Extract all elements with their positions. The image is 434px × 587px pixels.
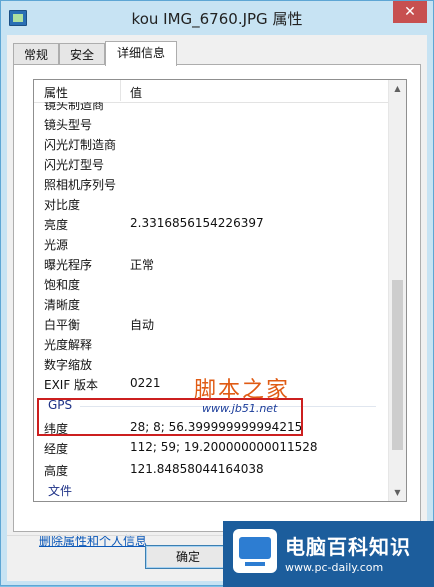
property-value: 121.84858044164038 (130, 462, 264, 476)
table-row[interactable]: 镜头制造商 (34, 102, 390, 113)
property-label: 高度 (44, 464, 69, 478)
group-header-file[interactable]: 文件 (34, 480, 390, 500)
table-row[interactable]: 高度 121.84858044164038 (34, 459, 390, 479)
tab-security[interactable]: 安全 (59, 43, 105, 65)
property-label: 清晰度 (44, 298, 81, 312)
property-label: 光源 (44, 238, 69, 252)
property-label: 白平衡 (44, 318, 81, 332)
property-value: 正常 (130, 258, 155, 272)
column-header-property[interactable]: 属性 (44, 84, 68, 101)
table-row[interactable]: 对比度 (34, 193, 390, 213)
watermark-url: www.jb51.net (202, 402, 278, 415)
close-button[interactable]: ✕ (393, 1, 427, 23)
table-row[interactable]: 光度解释 (34, 333, 390, 353)
watermark-text: 电脑百科知识 (285, 535, 411, 559)
grid-header: 属性 值 (34, 80, 390, 103)
details-panel: 属性 值 镜头制造商 镜头型号 闪光灯制造商 闪光灯型号 照相机序列号 对比度 … (13, 64, 421, 548)
property-value: 2.3316856154226397 (130, 216, 264, 230)
property-label: 曝光程序 (44, 258, 93, 272)
table-row[interactable]: 饱和度 (34, 273, 390, 293)
property-value: 112; 59; 19.200000000011528 (130, 440, 318, 454)
column-header-value[interactable]: 值 (130, 84, 142, 101)
property-label: 照相机序列号 (44, 178, 117, 192)
table-row[interactable]: 曝光程序 正常 (34, 253, 390, 273)
watermark-url: www.pc-daily.com (285, 561, 384, 574)
property-value: 自动 (130, 318, 155, 332)
ok-button[interactable]: 确定 (145, 545, 231, 569)
property-label: 镜头制造商 (44, 102, 105, 112)
table-row[interactable]: 闪光灯制造商 (34, 133, 390, 153)
vertical-scrollbar[interactable]: ▲ ▼ (388, 80, 406, 501)
property-grid: 属性 值 镜头制造商 镜头型号 闪光灯制造商 闪光灯型号 照相机序列号 对比度 … (33, 79, 407, 502)
table-row[interactable]: 镜头型号 (34, 113, 390, 133)
scrollbar-thumb[interactable] (392, 280, 403, 450)
property-label: 闪光灯型号 (44, 158, 105, 172)
scroll-down-arrow-icon[interactable]: ▼ (389, 484, 406, 501)
property-label: 镜头型号 (44, 118, 93, 132)
table-row[interactable]: 亮度 2.3316856154226397 (34, 213, 390, 233)
scroll-up-arrow-icon[interactable]: ▲ (389, 80, 406, 97)
pc-daily-watermark: 电脑百科知识 www.pc-daily.com (223, 521, 434, 587)
table-row[interactable]: 闪光灯型号 (34, 153, 390, 173)
window-title: kou IMG_6760.JPG 属性 (131, 10, 303, 28)
property-label: 数字缩放 (44, 358, 93, 372)
property-rows: 镜头制造商 镜头型号 闪光灯制造商 闪光灯型号 照相机序列号 对比度 亮度 2.… (34, 102, 390, 501)
group-label: 文件 (48, 484, 73, 498)
property-label: 光度解释 (44, 338, 93, 352)
property-label: 亮度 (44, 218, 69, 232)
table-row[interactable]: 白平衡 自动 (34, 313, 390, 333)
properties-window: kou IMG_6760.JPG 属性 ✕ 常规 安全 详细信息 属性 值 镜头… (0, 0, 434, 587)
dialog-client-area: 常规 安全 详细信息 属性 值 镜头制造商 镜头型号 闪光灯制造商 闪光灯型号 … (7, 35, 427, 581)
title-bar[interactable]: kou IMG_6760.JPG 属性 ✕ (1, 1, 433, 35)
monitor-icon (233, 529, 277, 573)
property-label: 闪光灯制造商 (44, 138, 117, 152)
column-divider[interactable] (120, 80, 121, 101)
tab-general[interactable]: 常规 (13, 43, 59, 65)
tab-details[interactable]: 详细信息 (105, 41, 177, 66)
table-row[interactable]: 数字缩放 (34, 353, 390, 373)
jb51-watermark: 脚本之家 www.jb51.net (194, 372, 314, 420)
property-label: 对比度 (44, 198, 81, 212)
property-label: 饱和度 (44, 278, 81, 292)
table-row[interactable]: 清晰度 (34, 293, 390, 313)
property-value: 0221 (130, 376, 161, 390)
table-row[interactable]: 照相机序列号 (34, 173, 390, 193)
property-label: EXIF 版本 (44, 378, 99, 392)
table-row[interactable]: 光源 (34, 233, 390, 253)
property-label: 经度 (44, 442, 69, 456)
table-row[interactable]: 经度 112; 59; 19.200000000011528 (34, 437, 390, 457)
watermark-text: 脚本之家 (194, 378, 291, 403)
